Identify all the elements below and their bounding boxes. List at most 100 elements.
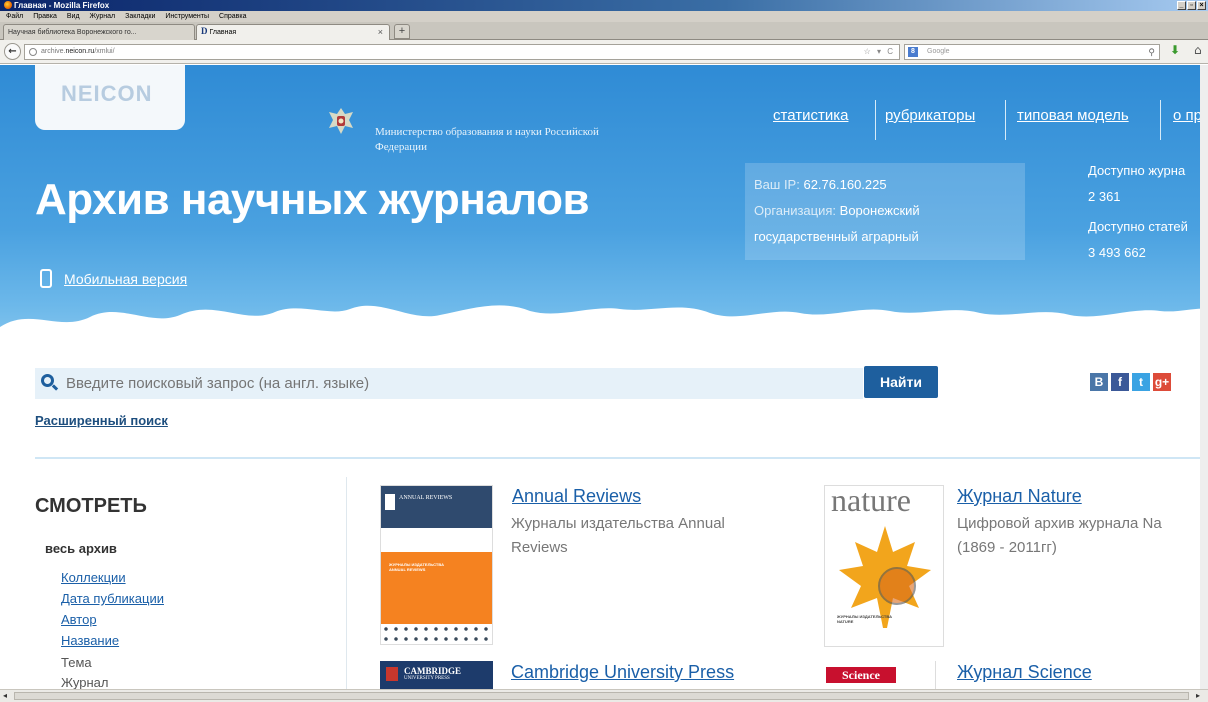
org-label: Организация: [754,203,837,218]
mobile-version-link[interactable]: Мобильная версия [40,269,187,288]
user-info-box: Ваш IP: 62.76.160.225 Организация: Ворон… [745,163,1025,260]
cover-subtext: UNIVERSITY PRESS [404,676,450,681]
browse-all-archive: весь архив [45,541,117,556]
vk-icon[interactable]: B [1090,373,1108,391]
tab-library[interactable]: Научная библиотека Воронежского го... [3,24,195,40]
back-button[interactable]: ← [4,43,21,60]
horizontal-scrollbar[interactable]: ◂ ▸ [0,689,1208,702]
search-button[interactable]: Найти [864,366,938,398]
cover-text: CAMBRIDGE [404,666,462,676]
science-cover[interactable]: Science [824,661,936,689]
page-viewport: NEICON Министерство образования и науки … [0,65,1208,689]
cover-text: nature [831,485,911,518]
phone-icon [40,269,52,288]
menu-tools[interactable]: Инструменты [165,11,209,22]
neicon-logo[interactable]: NEICON [35,65,185,130]
sidebar-divider [346,477,347,689]
journals-label: Доступно журна [1088,163,1186,178]
cambridge-shield-icon [386,667,398,681]
menu-file[interactable]: Файл [6,11,23,22]
url-bar[interactable]: archive.neicon.ru/xmlui/ ☆ ▾ C [24,44,900,60]
menu-history[interactable]: Журнал [90,11,116,22]
google-plus-icon[interactable]: g+ [1153,373,1171,391]
reload-icon[interactable]: ☆ ▾ C [864,45,895,59]
tab-main[interactable]: D Главная × [196,24,390,40]
tab-close-icon[interactable]: × [378,25,383,40]
nature-link[interactable]: Журнал Nature [957,486,1082,507]
nav-rubricators[interactable]: рубрикаторы [885,107,975,124]
minimize-button[interactable]: _ [1177,1,1186,10]
ip-value: 62.76.160.225 [803,177,887,192]
articles-count: 3 493 662 [1088,245,1146,260]
nav-divider [1160,100,1161,140]
url-host: neicon.ru [65,48,95,55]
facebook-icon[interactable]: f [1111,373,1129,391]
advanced-search-link[interactable]: Расширенный поиск [35,413,168,428]
menu-bar: Файл Правка Вид Журнал Закладки Инструме… [0,11,1208,22]
new-tab-button[interactable]: + [394,24,410,39]
science-link[interactable]: Журнал Science [957,662,1092,683]
section-divider [35,457,1208,459]
nav-divider [875,100,876,140]
tab-bar: Научная библиотека Воронежского го... DГ… [0,22,1208,40]
annual-reviews-desc: Журналы издательства Annual Reviews [511,515,725,556]
ip-row: Ваш IP: 62.76.160.225 [754,177,887,192]
journals-count: 2 361 [1088,189,1121,204]
nature-desc: Цифровой архив журнала Na (1869 - 2011гг… [957,515,1162,556]
cover-label: ЖУРНАЛЫ ИЗДАТЕЛЬСТВА NATURE [837,614,892,624]
site-search-box [35,368,863,399]
cambridge-link[interactable]: Cambridge University Press [511,662,734,683]
mobile-version-label[interactable]: Мобильная версия [64,271,187,287]
scroll-left-icon[interactable]: ◂ [3,690,7,702]
browse-subject: Тема [61,655,92,670]
nav-model[interactable]: типовая модель [1017,107,1129,124]
browse-collections-link[interactable]: Коллекции [61,570,126,585]
search-icon[interactable]: ⚲ [1148,45,1155,59]
home-icon[interactable]: ⌂ [1194,43,1202,57]
org-value-2: государственный аграрный [754,229,919,244]
annual-reviews-link[interactable]: Annual Reviews [512,486,641,507]
browse-author-link[interactable]: Автор [61,612,97,627]
tab-main-label: Главная [209,29,237,36]
nature-cover[interactable]: nature ЖУРНАЛЫ ИЗДАТЕЛЬСТВА NATURE [824,485,944,647]
search-input[interactable] [66,372,846,394]
search-engine-name: Google [927,48,950,55]
header-banner: NEICON Министерство образования и науки … [0,65,1208,387]
cambridge-cover[interactable]: CAMBRIDGE UNIVERSITY PRESS [380,661,493,689]
cover-text: Science [826,667,896,683]
url-prefix: archive. [41,48,66,55]
navigation-bar: ← archive.neicon.ru/xmlui/ ☆ ▾ C 8 Googl… [0,40,1208,64]
maximize-button[interactable]: ▫ [1187,1,1196,10]
search-engine-icon[interactable]: 8 [908,47,918,57]
nav-statistics[interactable]: статистика [773,107,848,124]
ministry-label: Министерство образования и науки Российс… [375,126,599,153]
browse-date-link[interactable]: Дата публикации [61,591,164,606]
vertical-scrollbar[interactable] [1200,65,1208,689]
menu-edit[interactable]: Правка [33,11,57,22]
browse-journal: Журнал [61,675,109,689]
menu-view[interactable]: Вид [67,11,80,22]
browser-search-bar[interactable]: 8 Google ⚲ [904,44,1160,60]
scroll-right-icon[interactable]: ▸ [1196,690,1200,702]
url-path: /xmlui/ [94,48,115,55]
browse-heading: СМОТРЕТЬ [35,495,147,517]
annual-reviews-cover[interactable]: ANNUAL REVIEWS ЖУРНАЛЫ ИЗДАТЕЛЬСТВА ANNU… [380,485,493,645]
org-row-2: государственный аграрный [754,229,919,244]
close-window-button[interactable]: × [1197,1,1206,10]
page-title: Архив научных журналов [35,175,590,224]
site-identity-icon[interactable] [29,48,37,56]
cover-text: ANNUAL REVIEWS [399,495,453,501]
nav-about[interactable]: о пр [1173,107,1202,124]
firefox-icon [4,1,12,9]
menu-bookmarks[interactable]: Закладки [125,11,155,22]
org-row: Организация: Воронежский [754,203,920,218]
scrollbar-thumb[interactable] [14,692,1189,700]
site-favicon-icon: D [201,26,208,36]
cover-label: ЖУРНАЛЫ ИЗДАТЕЛЬСТВА ANNUAL REVIEWS [389,562,444,572]
download-icon[interactable]: ⬇ [1170,43,1180,57]
articles-label: Доступно статей [1088,219,1188,234]
browse-title-link[interactable]: Название [61,633,119,648]
nav-divider [1005,100,1006,140]
menu-help[interactable]: Справка [219,11,246,22]
twitter-icon[interactable]: t [1132,373,1150,391]
